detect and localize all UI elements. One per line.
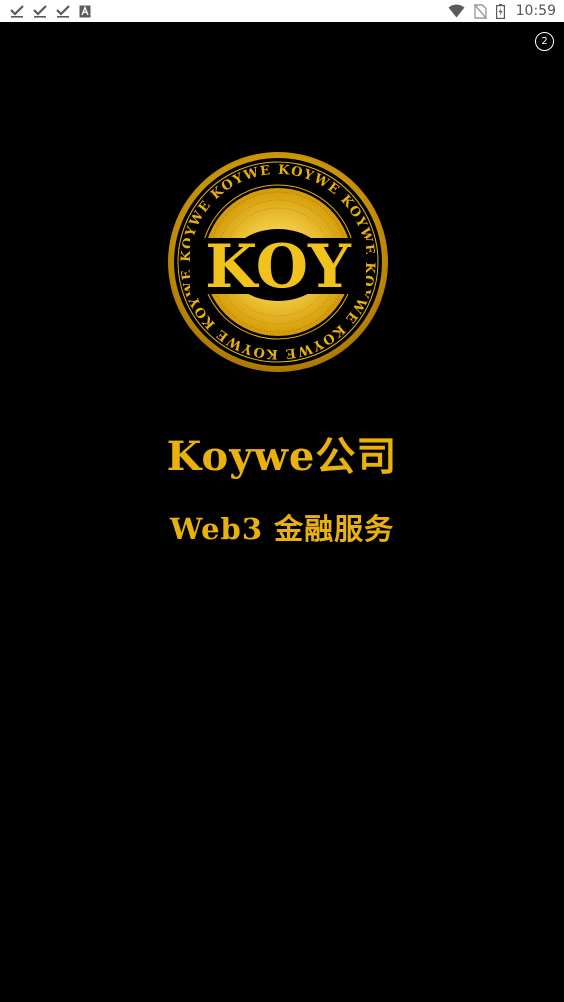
tagline: Web3 金融服务 [169,512,395,546]
no-sim-icon [473,3,487,19]
wifi-icon [448,4,465,18]
logo-koy-text: KOY [205,232,352,302]
battery-charging-icon [495,3,505,19]
koy-coin-logo: KOYWE KOYWE KOYWE KOYWE KOYWE KOYWE KOYW… [168,152,388,372]
check-icon [56,4,70,18]
company-name: Koywe公司 [166,433,398,480]
splash-screen: 2 KOYWE KOYWE KOYWE KOYWE KOYWE KOYWE KO… [0,22,564,1002]
status-bar-system: 10:59 [448,3,556,19]
text-a-icon [79,5,91,18]
check-icon [10,4,24,18]
status-bar: 10:59 [0,0,564,22]
status-time: 10:59 [515,3,556,19]
skip-countdown-button[interactable]: 2 [535,32,554,51]
status-bar-notifications [10,4,91,18]
check-icon [33,4,47,18]
